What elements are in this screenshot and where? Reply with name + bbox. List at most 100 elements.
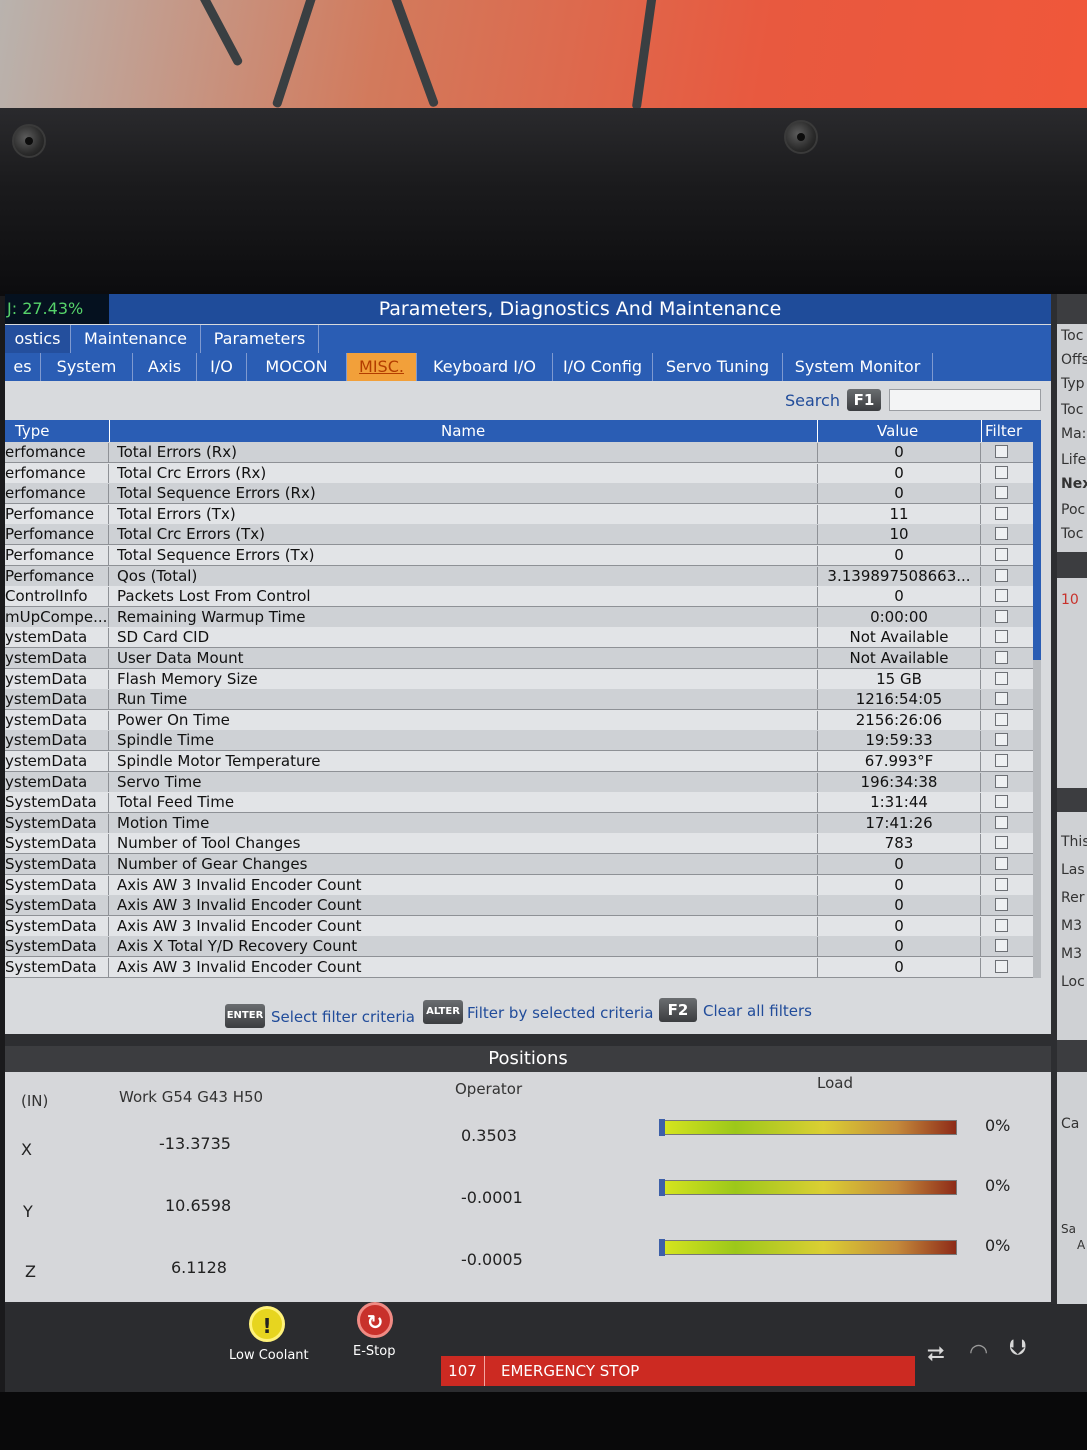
column-name-header[interactable]: Name: [441, 422, 485, 440]
tab-io[interactable]: I/O: [197, 353, 247, 381]
tab-mocon[interactable]: MOCON: [247, 353, 347, 381]
table-row[interactable]: Perfomance Qos (Total) 3.139897508663...: [5, 565, 1039, 587]
table-row[interactable]: Perfomance Total Errors (Tx) 11: [5, 503, 1039, 525]
table-row[interactable]: Perfomance Total Crc Errors (Tx) 10: [5, 524, 1039, 546]
enter-key-icon[interactable]: ENTER: [225, 1004, 265, 1028]
filter-checkbox[interactable]: [995, 465, 1008, 479]
filter-checkbox[interactable]: [995, 692, 1008, 706]
table-row[interactable]: mUpCompe... Remaining Warmup Time 0:00:00: [5, 606, 1039, 628]
table-scrollbar[interactable]: [1033, 420, 1041, 978]
table-row[interactable]: ystemData Run Time 1216:54:05: [5, 689, 1039, 711]
table-row[interactable]: ystemData Spindle Time 19:59:33: [5, 730, 1039, 752]
row-value: 0: [817, 855, 981, 875]
table-row[interactable]: SystemData Axis AW 3 Invalid Encoder Coun…: [5, 874, 1039, 896]
tab-keyboard-io[interactable]: Keyboard I/O: [417, 353, 553, 381]
table-row[interactable]: SystemData Number of Gear Changes 0: [5, 854, 1039, 875]
table-row[interactable]: ystemData Spindle Motor Temperature 67.993…: [5, 751, 1039, 772]
row-value: 10: [817, 525, 981, 546]
table-row[interactable]: ystemData Power On Time 2156:26:06: [5, 709, 1039, 731]
table-row[interactable]: Perfomance Total Sequence Errors (Tx) 0: [5, 545, 1039, 566]
filter-checkbox[interactable]: [995, 939, 1008, 953]
load-bar: [659, 1119, 957, 1136]
estop-icon[interactable]: ↻: [357, 1302, 393, 1338]
table-row[interactable]: ystemData User Data Mount Not Available: [5, 648, 1039, 669]
filter-checkbox[interactable]: [995, 548, 1008, 561]
table-row[interactable]: ystemData Flash Memory Size 15 GB: [5, 668, 1039, 690]
tab-alarms[interactable]: es: [5, 353, 41, 381]
tab-servo-tuning[interactable]: Servo Tuning: [653, 353, 783, 381]
filter-checkbox[interactable]: [995, 918, 1008, 932]
table-row[interactable]: erfomance Total Crc Errors (Rx) 0: [5, 462, 1039, 484]
filter-checkbox[interactable]: [995, 486, 1008, 500]
alter-key-icon[interactable]: ALTER: [423, 1000, 463, 1024]
filter-checkbox[interactable]: [995, 445, 1008, 458]
tab-misc[interactable]: MISC.: [347, 353, 417, 381]
table-row[interactable]: SystemData Axis X Total Y/D Recovery Coun…: [5, 936, 1039, 958]
table-row[interactable]: ystemData Servo Time 196:34:38: [5, 771, 1039, 793]
filter-checkbox[interactable]: [995, 527, 1008, 541]
filter-checkbox[interactable]: [995, 630, 1008, 644]
tab-io-config[interactable]: I/O Config: [553, 353, 653, 381]
table-row[interactable]: SystemData Axis AW 3 Invalid Encoder Coun…: [5, 915, 1039, 937]
table-row[interactable]: ControlInfo Packets Lost From Control 0: [5, 586, 1039, 608]
f1-key-icon[interactable]: F1: [847, 389, 881, 411]
tab-axis[interactable]: Axis: [133, 353, 197, 381]
status-bar: ! Low Coolant ↻ E-Stop 107 EMERGENCY STO…: [5, 1302, 1087, 1392]
filter-checkbox[interactable]: [995, 609, 1008, 623]
row-type: ystemData: [5, 772, 109, 793]
tab-system-monitor[interactable]: System Monitor: [783, 353, 933, 381]
filter-checkbox[interactable]: [995, 898, 1008, 912]
table-row[interactable]: SystemData Axis AW 3 Invalid Encoder Coun…: [5, 895, 1039, 917]
tab-maintenance[interactable]: Maintenance: [71, 325, 201, 353]
row-value: Not Available: [817, 628, 981, 649]
row-value: 11: [817, 504, 981, 525]
operator-position: -0.0005: [461, 1250, 523, 1269]
table-row[interactable]: SystemData Total Feed Time 1:31:44: [5, 792, 1039, 814]
filter-checkbox[interactable]: [995, 754, 1008, 767]
filter-checkbox[interactable]: [995, 857, 1008, 870]
side-item: Rer: [1061, 890, 1085, 906]
work-offset-label: Work G54 G43 H50: [119, 1088, 264, 1106]
filter-checkbox[interactable]: [995, 774, 1008, 788]
low-coolant-icon[interactable]: !: [249, 1306, 285, 1342]
table-row[interactable]: SystemData Axis AW 3 Invalid Encoder Coun…: [5, 957, 1039, 978]
filter-checkbox[interactable]: [995, 568, 1008, 582]
filter-checkbox[interactable]: [995, 836, 1008, 850]
table-row[interactable]: erfomance Total Sequence Errors (Rx) 0: [5, 483, 1039, 505]
filter-checkbox[interactable]: [995, 671, 1008, 685]
filter-checkbox[interactable]: [995, 815, 1008, 829]
tab-system[interactable]: System: [41, 353, 133, 381]
monitor-bezel-bottom: [0, 1392, 1087, 1450]
tab-parameters[interactable]: Parameters: [201, 325, 319, 353]
scrollbar-thumb[interactable]: [1033, 420, 1041, 660]
filter-checkbox[interactable]: [995, 795, 1008, 809]
row-name: Axis AW 3 Invalid Encoder Count: [117, 916, 362, 935]
side-item: Toc: [1061, 328, 1084, 344]
monitor-bezel: [0, 108, 1087, 296]
search-input[interactable]: [889, 389, 1041, 411]
table-row[interactable]: ystemData SD Card CID Not Available: [5, 627, 1039, 649]
row-name: Number of Tool Changes: [117, 834, 301, 853]
row-name: Axis AW 3 Invalid Encoder Count: [117, 896, 362, 915]
filter-checkbox[interactable]: [995, 589, 1008, 603]
column-type-header[interactable]: Type: [15, 422, 49, 440]
filter-checkbox[interactable]: [995, 877, 1008, 891]
column-value-header[interactable]: Value: [877, 422, 918, 440]
row-name: Axis X Total Y/D Recovery Count: [117, 937, 358, 956]
table-row[interactable]: erfomance Total Errors (Rx) 0: [5, 442, 1039, 463]
filter-checkbox[interactable]: [995, 651, 1008, 664]
table-row[interactable]: SystemData Motion Time 17:41:26: [5, 812, 1039, 834]
filter-checkbox[interactable]: [995, 733, 1008, 747]
filter-checkbox[interactable]: [995, 960, 1008, 973]
row-type: Perfomance: [5, 504, 109, 525]
table-row[interactable]: SystemData Number of Tool Changes 783: [5, 833, 1039, 855]
column-filter-header[interactable]: Filter: [985, 422, 1022, 440]
side-panel-header: [1057, 294, 1087, 324]
f2-key-icon[interactable]: F2: [659, 998, 697, 1022]
filter-checkbox[interactable]: [995, 712, 1008, 726]
tab-diagnostics[interactable]: ostics: [5, 325, 71, 353]
alarm-banner[interactable]: 107 EMERGENCY STOP: [441, 1356, 915, 1386]
row-type: ystemData: [5, 649, 109, 669]
units-label: (IN): [21, 1092, 49, 1110]
filter-checkbox[interactable]: [995, 506, 1008, 520]
